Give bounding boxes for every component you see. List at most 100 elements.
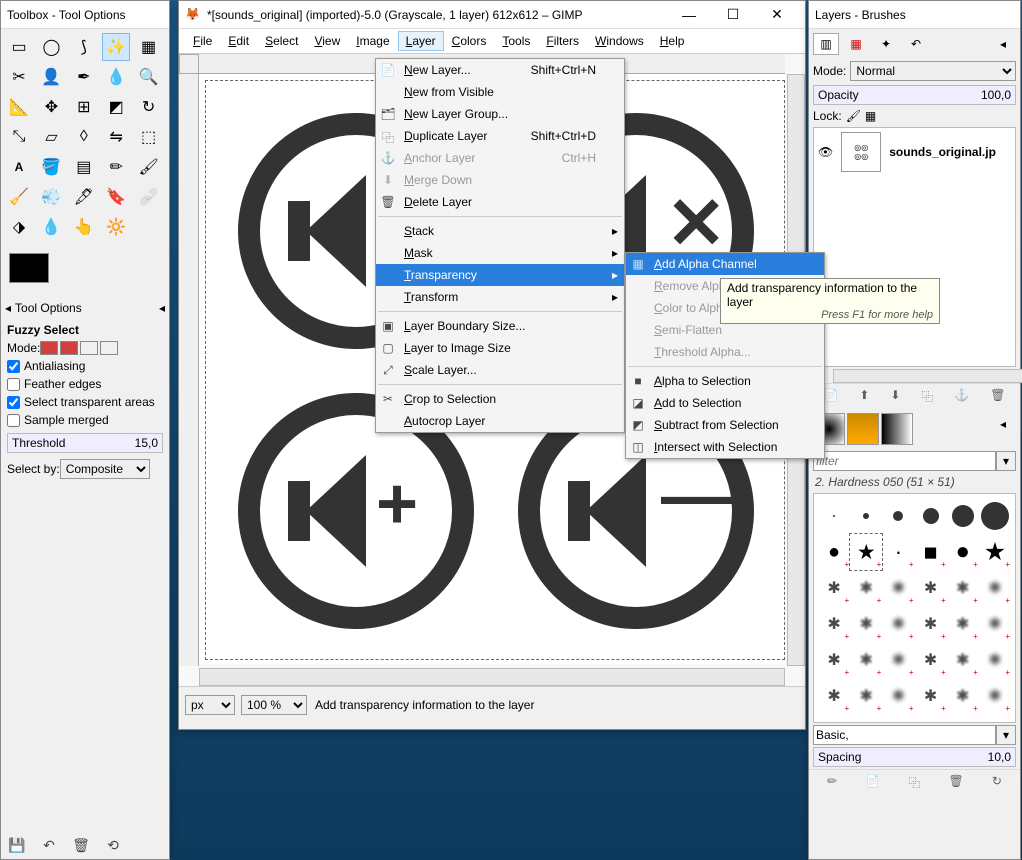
tool-options-detach-icon[interactable]: ◂: [159, 301, 165, 315]
close-button[interactable]: ✕: [755, 1, 799, 29]
menu-item-delete-layer[interactable]: 🗑Delete Layer: [376, 191, 624, 213]
patterns-tab[interactable]: [847, 413, 879, 445]
new-layer-icon[interactable]: 📄: [823, 388, 838, 405]
duplicate-layer-icon[interactable]: ⿻: [921, 388, 933, 405]
feather-checkbox[interactable]: Feather edges: [7, 377, 101, 391]
brush-cell[interactable]: ✱+: [947, 678, 979, 714]
brush-preset-dropdown[interactable]: ▾: [996, 725, 1016, 745]
menu-item-mask[interactable]: Mask: [376, 242, 624, 264]
crop-tool[interactable]: ◩: [102, 93, 130, 121]
select-by-dropdown[interactable]: Composite: [60, 459, 150, 479]
menu-item-transform[interactable]: Transform: [376, 286, 624, 308]
tab-arrow-icon[interactable]: ◂: [990, 33, 1016, 55]
dodge-tool[interactable]: 🔆: [102, 213, 130, 241]
ruler-vertical[interactable]: [179, 74, 199, 666]
brush-cell[interactable]: ✱+: [818, 642, 850, 678]
brush-cell[interactable]: ✱+: [882, 606, 914, 642]
brush-cell[interactable]: ✱+: [850, 678, 882, 714]
align-tool[interactable]: ⊞: [70, 93, 98, 121]
menu-help[interactable]: Help: [652, 31, 693, 51]
unit-select[interactable]: px: [185, 695, 235, 715]
brush-cell[interactable]: ✱+: [979, 678, 1011, 714]
sample-checkbox[interactable]: Sample merged: [7, 413, 109, 427]
brush-cell[interactable]: [882, 498, 914, 534]
brush-cell[interactable]: ✱+: [818, 570, 850, 606]
menu-item-new-layer-[interactable]: 📄New Layer...Shift+Ctrl+N: [376, 59, 624, 81]
heal-tool[interactable]: 🩹: [135, 183, 163, 211]
mode-intersect[interactable]: [100, 341, 118, 355]
menu-windows[interactable]: Windows: [587, 31, 652, 51]
paintbrush-tool[interactable]: 🖌: [135, 153, 163, 181]
menu-item-alpha-to-selection[interactable]: ■Alpha to Selection: [626, 370, 824, 392]
new-brush-icon[interactable]: 📄: [865, 774, 880, 791]
lower-layer-icon[interactable]: ⬇: [890, 388, 900, 405]
undo-tab-icon[interactable]: ↶: [903, 33, 929, 55]
delete-layer-icon[interactable]: 🗑: [990, 388, 1005, 405]
paths-tool[interactable]: ✒: [70, 63, 98, 91]
del-brush-icon[interactable]: 🗑: [948, 774, 963, 791]
delete-options-icon[interactable]: 🗑: [71, 835, 91, 855]
brush-filter-input[interactable]: [813, 451, 996, 471]
brush-cell[interactable]: ✱+: [850, 642, 882, 678]
measure-tool[interactable]: 📐: [5, 93, 33, 121]
brush-arrow-icon[interactable]: ◂: [990, 413, 1016, 435]
brush-cell[interactable]: ✱+: [818, 606, 850, 642]
visibility-eye-icon[interactable]: 👁: [818, 145, 833, 159]
smudge-tool[interactable]: 👆: [70, 213, 98, 241]
h-scrollbar[interactable]: [199, 668, 785, 686]
brush-cell[interactable]: ★+: [850, 534, 882, 570]
brush-cell[interactable]: ✱+: [915, 606, 947, 642]
by-color-tool[interactable]: ▦: [135, 33, 163, 61]
ruler-corner[interactable]: [179, 54, 199, 74]
rotate-tool[interactable]: ↻: [135, 93, 163, 121]
refresh-brush-icon[interactable]: ↻: [992, 774, 1002, 791]
brush-cell[interactable]: ✱+: [947, 606, 979, 642]
lock-alpha-icon[interactable]: ▦: [865, 109, 876, 123]
brush-cell[interactable]: [947, 498, 979, 534]
brush-cell[interactable]: ✱+: [979, 606, 1011, 642]
menu-select[interactable]: Select: [257, 31, 306, 51]
clone-tool[interactable]: 🔖: [102, 183, 130, 211]
rect-select-tool[interactable]: ▭: [5, 33, 33, 61]
paths-tab-icon[interactable]: ✦: [873, 33, 899, 55]
blend-mode-select[interactable]: Normal: [850, 61, 1016, 81]
options-arrow-icon[interactable]: ◂: [5, 301, 11, 315]
layer-name[interactable]: sounds_original.jp: [889, 145, 996, 159]
menu-item-stack[interactable]: Stack: [376, 220, 624, 242]
threshold-slider[interactable]: Threshold 15,0: [7, 433, 163, 453]
dup-brush-icon[interactable]: ⿻: [908, 774, 920, 791]
save-options-icon[interactable]: 💾: [7, 835, 27, 855]
channels-tab-icon[interactable]: ▦: [843, 33, 869, 55]
menu-item-new-layer-group-[interactable]: 🗂New Layer Group...: [376, 103, 624, 125]
brush-cell[interactable]: [979, 498, 1011, 534]
ellipse-select-tool[interactable]: ◯: [37, 33, 65, 61]
brush-cell[interactable]: ·+: [882, 534, 914, 570]
foreground-tool[interactable]: 👤: [37, 63, 65, 91]
brush-preset[interactable]: [813, 725, 996, 745]
perspective-tool[interactable]: ◊: [70, 123, 98, 151]
brush-cell[interactable]: ✱+: [947, 570, 979, 606]
raise-layer-icon[interactable]: ⬆: [859, 388, 869, 405]
menu-item-duplicate-layer[interactable]: ⿻Duplicate LayerShift+Ctrl+D: [376, 125, 624, 147]
antialiasing-checkbox[interactable]: Antialiasing: [7, 359, 85, 373]
brush-cell[interactable]: ■+: [915, 534, 947, 570]
brush-cell[interactable]: ●+: [947, 534, 979, 570]
menu-view[interactable]: View: [306, 31, 348, 51]
brush-cell[interactable]: [915, 498, 947, 534]
brush-cell[interactable]: ✱+: [915, 642, 947, 678]
ink-tool[interactable]: 🖋: [70, 183, 98, 211]
zoom-tool[interactable]: 🔍: [135, 63, 163, 91]
airbrush-tool[interactable]: 💨: [37, 183, 65, 211]
flip-tool[interactable]: ⇋: [102, 123, 130, 151]
transparent-checkbox[interactable]: Select transparent areas: [7, 395, 155, 409]
menu-item-scale-layer-[interactable]: ⤢Scale Layer...: [376, 359, 624, 381]
layer-thumbnail[interactable]: ◎◎◎◎: [841, 132, 881, 172]
pencil-tool[interactable]: ✏: [102, 153, 130, 181]
menu-item-add-alpha-channel[interactable]: ▦Add Alpha Channel: [626, 253, 824, 275]
brush-cell[interactable]: [850, 498, 882, 534]
zoom-select[interactable]: 100 %: [241, 695, 307, 715]
minimize-button[interactable]: —: [667, 1, 711, 29]
text-tool[interactable]: A: [5, 153, 33, 181]
scale-tool[interactable]: ⤡: [5, 123, 33, 151]
brush-cell[interactable]: ✱+: [947, 642, 979, 678]
